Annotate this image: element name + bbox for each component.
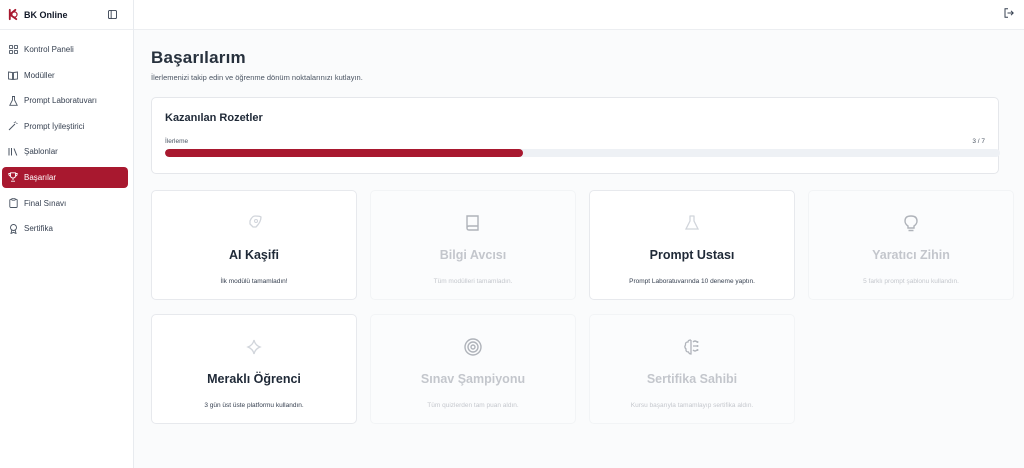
- progress-bar-fill: [165, 149, 523, 157]
- badge-card-yaratici-zihin: Yaratıcı Zihin 5 farklı prompt şablonu k…: [808, 190, 1014, 300]
- badge-card-merakli-ogrenci: Meraklı Öğrenci 3 gün üst üste platformu…: [151, 314, 357, 424]
- page-title: Başarılarım: [151, 48, 246, 67]
- panel-title: Kazanılan Rozetler: [165, 112, 263, 124]
- sidebar-item-label: Sertifika: [24, 224, 53, 234]
- sidebar-nav: Kontrol Paneli Modüller Prompt Laboratuv…: [0, 30, 133, 239]
- target-icon: [371, 336, 575, 358]
- badge-description: Kursu başarıyla tamamlayıp sertifika ald…: [630, 402, 754, 409]
- book-open-icon: [8, 70, 18, 80]
- brand-name: BK Online: [24, 9, 68, 20]
- brain-icon: [590, 336, 794, 358]
- sidebar-toggle-icon[interactable]: [107, 10, 117, 20]
- sidebar-item-kontrol-paneli[interactable]: Kontrol Paneli: [2, 39, 128, 60]
- dashboard-icon: [8, 45, 18, 55]
- sidebar-item-label: Prompt Laboratuvarı: [24, 96, 97, 106]
- badge-card-prompt-ustasi: Prompt Ustası Prompt Laboratuvarında 10 …: [589, 190, 795, 300]
- brand-logo-icon[interactable]: [6, 8, 20, 22]
- sidebar-item-basarilar[interactable]: Başarılar: [2, 166, 128, 188]
- badge-card-sertifika-sahibi: Sertifika Sahibi Kursu başarıyla tamamla…: [589, 314, 795, 424]
- badge-title: Sertifika Sahibi: [646, 372, 738, 386]
- badge-title: Prompt Ustası: [649, 248, 735, 262]
- sidebar-item-label: Başarılar: [24, 172, 57, 182]
- top-bar: [134, 0, 1024, 30]
- book-icon: [371, 212, 575, 234]
- rocket-icon: [152, 212, 356, 234]
- sparkle-icon: [152, 336, 356, 358]
- sidebar-item-label: Şablonlar: [24, 147, 58, 157]
- sidebar-item-sablonlar[interactable]: Şablonlar: [2, 141, 128, 162]
- badge-description: 3 gün üst üste platformu kullandın.: [204, 402, 304, 409]
- lightbulb-icon: [809, 212, 1013, 234]
- flask-icon: [8, 95, 18, 106]
- sidebar-item-label: Kontrol Paneli: [24, 45, 74, 54]
- badge-description: 5 farklı prompt şablonu kullandın.: [863, 278, 959, 285]
- badge-title: AI Kaşifi: [228, 248, 279, 262]
- sidebar-item-label: Modüller: [24, 70, 55, 80]
- library-icon: [8, 147, 18, 157]
- badge-card-bilgi-avcisi: Bilgi Avcısı Tüm modülleri tamamladın.: [370, 190, 576, 300]
- badge-description: İlk modülü tamamladın!: [220, 278, 288, 285]
- badge-title: Meraklı Öğrenci: [207, 372, 301, 386]
- sidebar-item-moduller[interactable]: Modüller: [2, 65, 128, 86]
- sidebar-item-final-sinavi[interactable]: Final Sınavı: [2, 193, 128, 214]
- badge-title: Bilgi Avcısı: [439, 248, 507, 262]
- sidebar-item-label: Prompt İyileştirici: [24, 121, 85, 131]
- logout-icon[interactable]: [1003, 7, 1014, 18]
- badge-description: Tüm modülleri tamamladın.: [433, 278, 513, 285]
- earned-badges-panel: Kazanılan Rozetler İlerleme 3 / 7: [151, 97, 1000, 174]
- flask-icon: [590, 212, 794, 234]
- progress-bar: [165, 149, 1000, 157]
- brand-header: BK Online: [0, 0, 133, 30]
- award-icon: [8, 223, 18, 234]
- progress-label: İlerleme: [165, 138, 189, 145]
- trophy-icon: [8, 172, 18, 183]
- sidebar-item-prompt-laboratuvari[interactable]: Prompt Laboratuvarı: [2, 90, 128, 111]
- badge-title: Yaratıcı Zihin: [872, 248, 950, 262]
- sidebar-item-label: Final Sınavı: [24, 198, 67, 208]
- badge-card-sinav-sampiyonu: Sınav Şampiyonu Tüm quizlerden tam puan …: [370, 314, 576, 424]
- progress-count: 3 / 7: [972, 138, 985, 145]
- badge-card-ai-kasifi: AI Kaşifi İlk modülü tamamladın!: [151, 190, 357, 300]
- badge-title: Sınav Şampiyonu: [420, 372, 526, 386]
- sidebar: BK Online Kontrol Paneli Modüller Prompt…: [0, 0, 134, 468]
- magic-wand-icon: [8, 121, 18, 131]
- badge-description: Prompt Laboratuvarında 10 deneme yaptın.: [629, 278, 755, 285]
- sidebar-item-prompt-iyilestirici[interactable]: Prompt İyileştirici: [2, 116, 128, 137]
- page-subtitle: İlerlemenizi takip edin ve öğrenme dönüm…: [151, 73, 363, 82]
- clipboard-icon: [8, 198, 18, 209]
- sidebar-item-sertifika[interactable]: Sertifika: [2, 218, 128, 239]
- badge-description: Tüm quizlerden tam puan aldın.: [427, 402, 519, 409]
